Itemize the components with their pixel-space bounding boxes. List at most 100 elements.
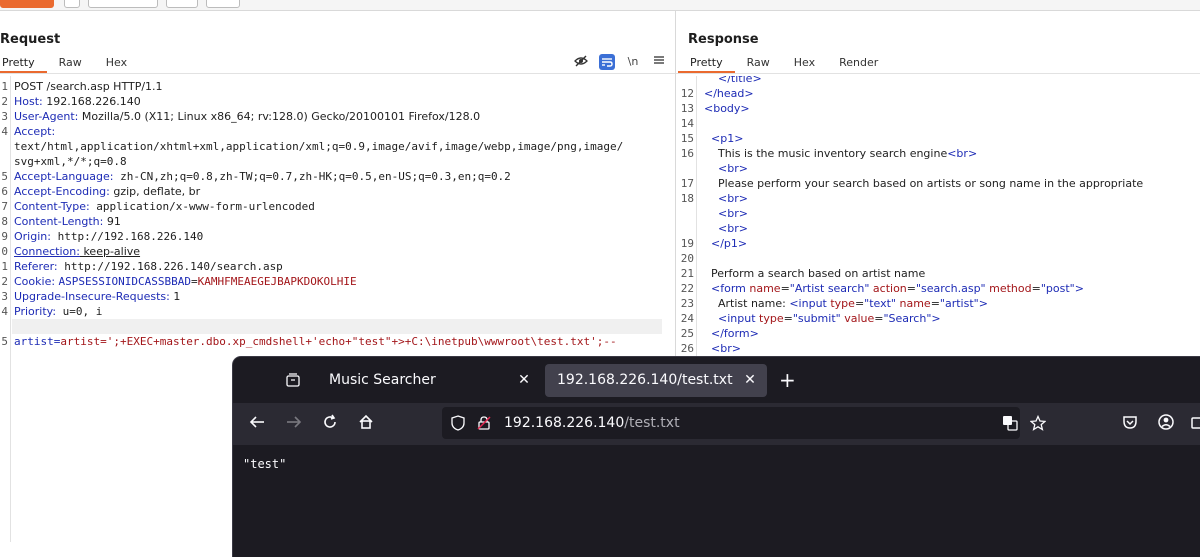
request-tool-icons: \n xyxy=(573,54,667,70)
browser-tab-music-searcher[interactable]: Music Searcher ✕ xyxy=(317,364,541,397)
close-tab-icon[interactable]: ✕ xyxy=(517,364,531,397)
html-attr-value: "text" xyxy=(864,297,896,310)
tab-groups-icon[interactable] xyxy=(285,372,301,388)
header-name: Referer: xyxy=(14,260,58,273)
code-line: 1 Referer: http://192.168.226.140/search.… xyxy=(0,259,675,274)
html-tag: > xyxy=(749,327,759,340)
bookmark-star-icon[interactable] xyxy=(1029,414,1047,431)
line-number: 20 xyxy=(680,252,694,265)
history-menu-button[interactable] xyxy=(206,0,240,8)
extensions-icon[interactable] xyxy=(1188,413,1200,433)
newline-icon[interactable]: \n xyxy=(625,54,641,70)
line-number: 21 xyxy=(680,267,694,280)
new-tab-button[interactable]: + xyxy=(779,369,796,391)
code-line: 4 Priority: u=0, i xyxy=(0,304,675,319)
tab-render[interactable]: Render xyxy=(827,55,890,73)
line-text: Cookie: ASPSESSIONIDCASSBBAD=KAMHFMEAEGE… xyxy=(14,274,357,289)
reload-icon[interactable] xyxy=(320,413,340,433)
line-number: 2 xyxy=(1,95,8,108)
code-line: 3 Upgrade-Insecure-Requests: 1 xyxy=(0,289,675,304)
tab-pretty[interactable]: Pretty xyxy=(678,55,735,73)
header-name: Content-Type: xyxy=(14,200,90,213)
html-tag: > xyxy=(1074,282,1084,295)
html-tag: </p1 xyxy=(711,237,738,250)
code-line: 1 POST /search.asp HTTP/1.1 xyxy=(0,79,675,94)
code-line: svg+xml,*/*;q=0.8 xyxy=(0,154,675,169)
cancel-button[interactable] xyxy=(64,0,80,8)
html-tag: <form xyxy=(711,282,746,295)
close-tab-icon[interactable]: ✕ xyxy=(743,364,757,397)
browser-window: Music Searcher ✕ 192.168.226.140/test.tx… xyxy=(233,357,1200,557)
header-value: application/x-www-form-urlencoded xyxy=(89,200,315,213)
header-value: gzip, deflate, br xyxy=(109,185,201,198)
html-tag: <br xyxy=(947,147,968,160)
line-number: 4 xyxy=(1,305,8,318)
line-text: Accept: xyxy=(14,124,55,139)
html-tag: > xyxy=(738,207,748,220)
html-attr-value: "artist" xyxy=(939,297,979,310)
tab-raw[interactable]: Raw xyxy=(47,55,94,73)
browser-tab-test-txt[interactable]: 192.168.226.140/test.txt ✕ xyxy=(545,364,767,397)
line-number xyxy=(676,206,694,221)
html-tag: > xyxy=(744,87,754,100)
pocket-icon[interactable] xyxy=(1120,413,1140,433)
line-text: Priority: u=0, i xyxy=(14,304,102,319)
html-attr-value: "post" xyxy=(1040,282,1075,295)
html-tag: </title xyxy=(718,76,753,85)
line-text: Referer: http://192.168.226.140/search.a… xyxy=(14,259,283,274)
page-text: "test" xyxy=(243,457,287,471)
url-path: /test.txt xyxy=(624,415,680,431)
html-attr: type xyxy=(759,312,784,325)
forward-arrow-icon[interactable] xyxy=(284,413,304,433)
html-tag: <br xyxy=(718,222,739,235)
line-number: 7 xyxy=(1,200,8,213)
code-line: 19 </p1> xyxy=(676,236,1200,251)
eye-slash-icon[interactable] xyxy=(573,54,589,70)
line-number: 13 xyxy=(680,102,694,115)
line-text: </p1> xyxy=(704,236,747,251)
line-number: 2 xyxy=(1,275,8,288)
line-text: <br> xyxy=(704,161,748,176)
browser-navbar: 192.168.226.140/test.txt xyxy=(233,403,1200,445)
code-line: 6 Accept-Encoding: gzip, deflate, br xyxy=(0,184,675,199)
send-button[interactable] xyxy=(0,0,54,8)
html-tag: <br xyxy=(711,342,732,355)
html-attr: name xyxy=(899,297,931,310)
url-bar[interactable]: 192.168.226.140/test.txt xyxy=(442,407,1047,439)
html-tag: > xyxy=(738,222,748,235)
code-line: 17 Please perform your search based on a… xyxy=(676,176,1200,191)
html-tag: > xyxy=(731,342,741,355)
history-forward-button[interactable] xyxy=(166,0,198,8)
wrap-lines-icon[interactable] xyxy=(599,54,615,70)
insecure-lock-icon[interactable] xyxy=(476,415,492,431)
cookie-name: ASPSESSIONIDCASSBBAD xyxy=(58,275,191,288)
line-number: 4 xyxy=(1,125,8,138)
line-number: 22 xyxy=(680,282,694,295)
line-number xyxy=(676,76,694,86)
line-text: svg+xml,*/*;q=0.8 xyxy=(14,155,127,168)
code-line: <br> xyxy=(676,221,1200,236)
shield-icon[interactable] xyxy=(450,415,466,431)
html-tag: </form xyxy=(711,327,750,340)
translate-icon[interactable] xyxy=(1002,415,1018,431)
line-text: Upgrade-Insecure-Requests: 1 xyxy=(14,289,180,304)
tab-pretty[interactable]: Pretty xyxy=(0,55,47,73)
browser-content: "test" xyxy=(233,445,1200,557)
home-icon[interactable] xyxy=(356,413,376,433)
header-value: http://192.168.226.140/search.asp xyxy=(57,260,283,273)
tab-hex[interactable]: Hex xyxy=(782,55,827,73)
account-icon[interactable] xyxy=(1156,413,1176,433)
tab-hex[interactable]: Hex xyxy=(94,55,139,73)
html-tag: > xyxy=(740,102,750,115)
html-tag: > xyxy=(738,192,748,205)
history-back-button[interactable] xyxy=(88,0,158,8)
line-number xyxy=(0,154,8,169)
top-toolbar xyxy=(0,0,1200,11)
back-arrow-icon[interactable] xyxy=(247,413,267,433)
tab-raw[interactable]: Raw xyxy=(735,55,782,73)
line-text: This is the music inventory search engin… xyxy=(704,147,978,160)
menu-icon[interactable] xyxy=(651,54,667,70)
html-tag: <p1 xyxy=(711,132,735,145)
line-number: 6 xyxy=(1,185,8,198)
code-line: text/html,application/xhtml+xml,applicat… xyxy=(0,139,675,154)
